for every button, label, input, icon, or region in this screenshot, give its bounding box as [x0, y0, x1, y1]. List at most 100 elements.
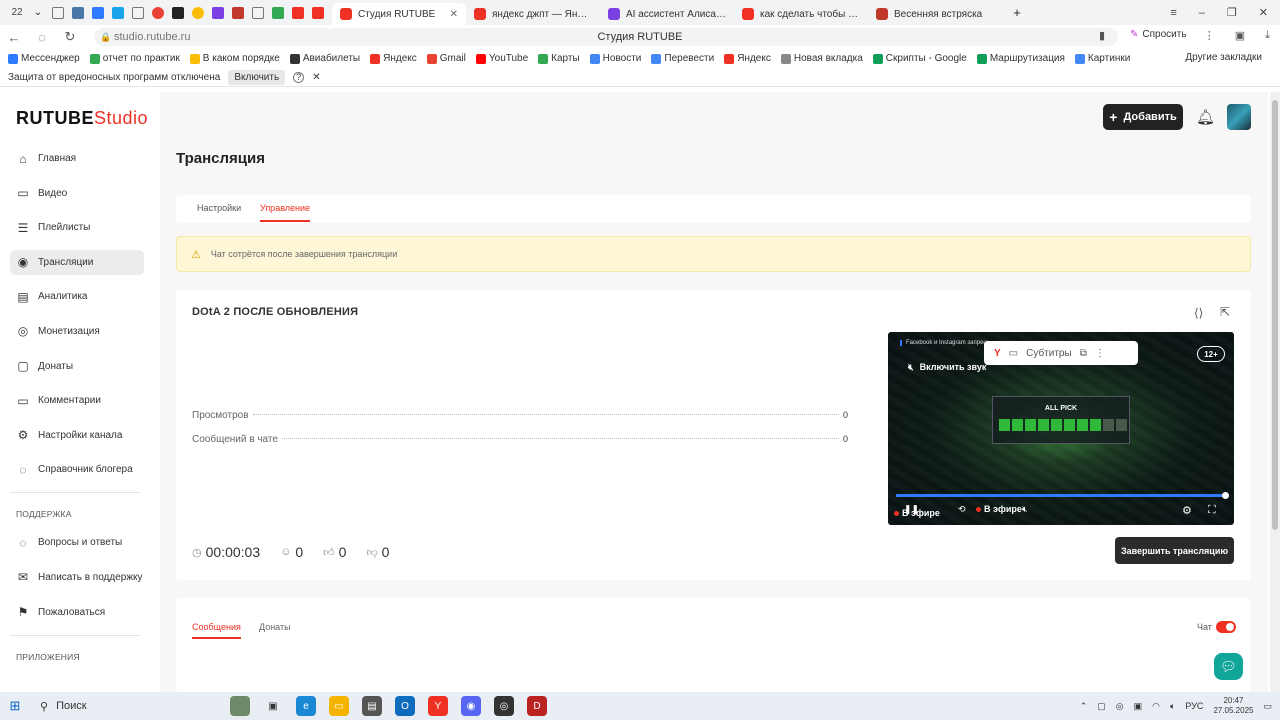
sidebar-item[interactable]: ⚑ Пожаловаться — [10, 600, 144, 625]
bookmark-item[interactable]: Мессенджер — [8, 53, 80, 64]
pinned-tab[interactable] — [49, 4, 67, 22]
sidebar-item[interactable]: ▤ Аналитика — [10, 284, 144, 309]
player-progress-bar[interactable] — [896, 492, 1229, 499]
open-external-icon[interactable]: ⇱ — [1220, 305, 1230, 319]
tab-settings[interactable]: Настройки — [197, 203, 241, 213]
tab-messages[interactable]: Сообщения — [192, 622, 241, 639]
support-chat-fab-icon[interactable]: 💬︎ — [1214, 653, 1243, 680]
rewind-10-icon[interactable]: ⟲ — [958, 504, 966, 515]
infobar-close-icon[interactable]: ✕ — [312, 72, 320, 83]
pinned-tab[interactable] — [169, 4, 187, 22]
bookmark-item[interactable]: Перевести — [651, 53, 714, 64]
tray-app-icon[interactable]: ◎ — [1116, 701, 1124, 712]
tab-close-icon[interactable]: ✕ — [450, 9, 458, 20]
browser-menu-icon[interactable]: ⋮ — [1204, 29, 1215, 42]
avatar[interactable] — [1227, 104, 1251, 130]
browser-tab[interactable]: AI ассистент Алиса в чат — [600, 3, 734, 25]
yandex-id-icon[interactable]: ◌ — [28, 30, 56, 45]
stream-preview-player[interactable]: Facebook и Instagram запрещ 🔇︎ Включить … — [888, 332, 1234, 525]
unmute-button[interactable]: 🔇︎ Включить звук — [908, 362, 986, 373]
bookmark-item[interactable]: Карты — [538, 53, 580, 64]
close-window-icon[interactable]: ✕ — [1259, 6, 1268, 19]
yandex-logo-icon[interactable]: Y — [994, 348, 1001, 359]
bookmark-icon[interactable]: ▮ — [1099, 29, 1105, 42]
bookmark-item[interactable]: Маршрутизация — [976, 53, 1065, 64]
sidebar-item[interactable]: ⌂ Главная — [10, 146, 144, 171]
clock[interactable]: 20:47 27.05.2025 — [1213, 696, 1253, 716]
sidebar-item[interactable]: ✉ Написать в поддержку — [10, 565, 144, 590]
pinned-tab[interactable] — [309, 4, 327, 22]
subtitles-label[interactable]: Субтитры — [1026, 348, 1072, 359]
volume-muted-icon[interactable]: 🔇︎ — [1022, 504, 1028, 515]
pinned-tab[interactable] — [189, 4, 207, 22]
browser-tab[interactable]: Студия RUTUBE ✕ — [332, 3, 466, 25]
discord-icon[interactable]: ◉ — [461, 696, 481, 716]
bookmark-item[interactable]: отчет по практик — [89, 53, 180, 64]
subtitles-icon[interactable]: ▭ — [1009, 348, 1018, 359]
notifications-icon[interactable]: ▭ — [1263, 701, 1272, 712]
more-vertical-icon[interactable]: ⋮ — [1095, 348, 1105, 359]
infobar-enable-button[interactable]: Включить — [228, 69, 286, 85]
minimize-icon[interactable]: – — [1199, 7, 1205, 19]
sidebar-item[interactable]: ▭ Комментарии — [10, 388, 144, 413]
wifi-icon[interactable]: ◠ — [1152, 701, 1160, 712]
outlook-icon[interactable]: O — [395, 696, 415, 716]
bookmark-item[interactable]: YouTube — [475, 53, 528, 64]
bell-icon[interactable]: 🔔︎ — [1196, 108, 1215, 126]
pip-icon[interactable]: ⧉ — [1080, 348, 1087, 359]
tray-chevron-icon[interactable]: ⌃ — [1080, 701, 1088, 712]
tab-list-chevron-icon[interactable]: ⌄ — [29, 4, 47, 22]
tab-donations[interactable]: Донаты — [259, 622, 291, 632]
help-circle-icon[interactable]: ? — [293, 71, 305, 83]
widget-icon[interactable] — [230, 696, 250, 716]
other-bookmarks[interactable]: Другие закладки — [1185, 52, 1262, 63]
share-icon[interactable]: ⟨⟩ — [1194, 306, 1203, 320]
ask-button[interactable]: ✎ Спросить — [1130, 29, 1187, 40]
pinned-tab[interactable] — [289, 4, 307, 22]
pinned-tab[interactable] — [129, 4, 147, 22]
chat-toggle[interactable] — [1216, 621, 1236, 633]
bookmark-item[interactable]: В каком порядке — [189, 53, 280, 64]
tabs-menu-icon[interactable]: ≡ — [1170, 7, 1176, 19]
fullscreen-icon[interactable]: ⛶ — [1208, 504, 1216, 517]
volume-icon[interactable]: 🔈︎ — [1170, 701, 1175, 712]
language-indicator[interactable]: РУС — [1185, 701, 1203, 711]
pinned-tab[interactable] — [109, 4, 127, 22]
sidebar-item[interactable]: ⚙ Настройки канала — [10, 423, 144, 448]
page-scrollbar[interactable] — [1270, 92, 1280, 692]
browser-tab[interactable]: яндекс джпт — Яндекс:н — [466, 3, 600, 25]
dota-icon[interactable]: D — [527, 696, 547, 716]
live-indicator[interactable]: В эфире — [976, 504, 1022, 514]
new-tab-plus-icon[interactable]: + — [1008, 4, 1026, 22]
bookmark-item[interactable]: Новая вкладка — [780, 53, 863, 64]
browser-tab[interactable]: как сделать чтобы обсуж — [734, 3, 868, 25]
add-button[interactable]: + Добавить — [1103, 104, 1183, 130]
yandex-browser-icon[interactable]: Y — [428, 696, 448, 716]
downloads-icon[interactable]: ⤓ — [1265, 29, 1270, 42]
browser-tab[interactable]: Весенняя встряска — [868, 3, 1002, 25]
sidebar-item[interactable]: ▢ Донаты — [10, 354, 144, 379]
pinned-tab[interactable] — [269, 4, 287, 22]
edge-icon[interactable]: e — [296, 696, 316, 716]
tray-app-icon[interactable]: ▣ — [1134, 701, 1143, 712]
obs-icon[interactable]: ◎ — [494, 696, 514, 716]
sidebar-item[interactable]: ▭ Видео — [10, 181, 144, 206]
url-field[interactable]: 🔒 studio.rutube.ru — [94, 28, 1118, 46]
bookmark-item[interactable]: Gmail — [426, 53, 466, 64]
bookmark-item[interactable]: Авиабилеты — [289, 53, 360, 64]
sidebar-item[interactable]: ◌ Вопросы и ответы — [10, 530, 144, 555]
store-icon[interactable]: ▤ — [362, 696, 382, 716]
pinned-tab[interactable] — [149, 4, 167, 22]
sidebar-item[interactable]: ☰ Плейлисты — [10, 215, 144, 240]
end-stream-button[interactable]: Завершить трансляцию — [1115, 537, 1234, 564]
player-settings-icon[interactable]: ⚙ — [1182, 504, 1192, 517]
bookmark-item[interactable]: Картинки — [1074, 53, 1130, 64]
bookmark-item[interactable]: Яндекс — [370, 53, 417, 64]
pinned-tab[interactable] — [89, 4, 107, 22]
taskbar-search[interactable]: ⚲ Поиск — [30, 694, 220, 718]
sidebar-item[interactable]: ◌ Справочник блогера — [10, 457, 144, 482]
tab-management[interactable]: Управление — [260, 203, 311, 222]
pinned-tab[interactable] — [209, 4, 227, 22]
pinned-tab[interactable] — [229, 4, 247, 22]
rutube-studio-logo[interactable]: RUTUBEStudio — [16, 108, 148, 129]
